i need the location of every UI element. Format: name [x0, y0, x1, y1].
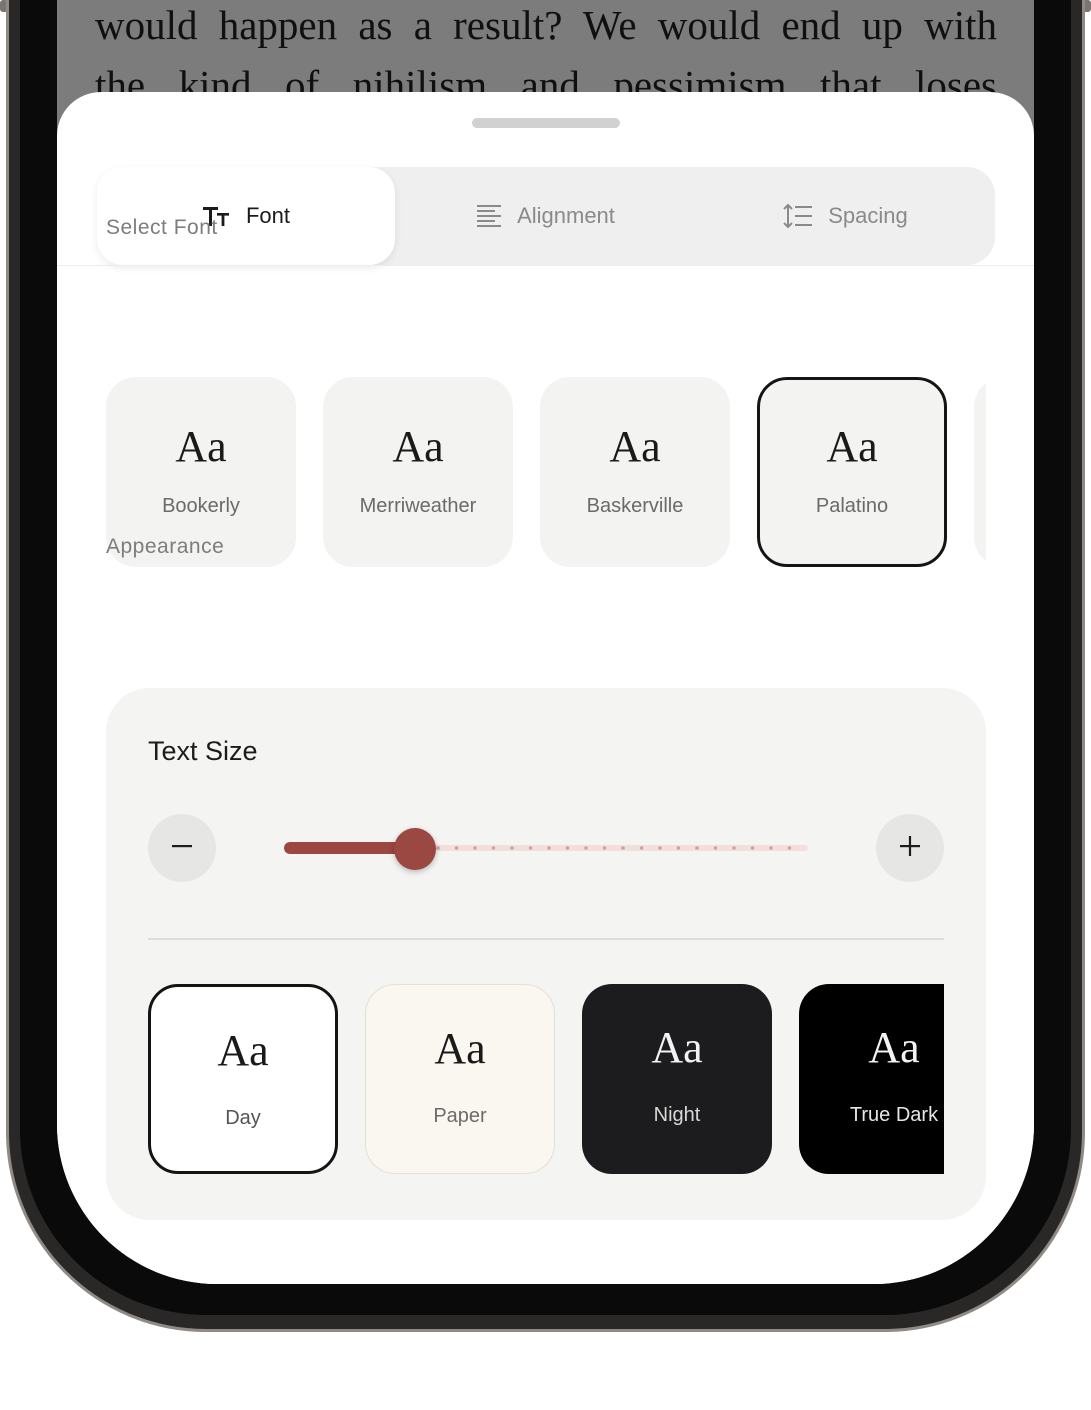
tab-alignment[interactable]: Alignment — [395, 167, 695, 265]
tab-divider — [57, 265, 1034, 266]
slider-tick — [584, 846, 588, 850]
sheet-drag-handle[interactable] — [472, 118, 620, 128]
font-name: Palatino — [815, 495, 889, 517]
text-size-divider — [148, 938, 944, 940]
theme-name: Day — [225, 1107, 261, 1129]
slider-tick — [658, 846, 662, 850]
tab-alignment-label: Alignment — [517, 203, 615, 228]
font-sample: Aa — [175, 422, 227, 471]
slider-tick — [639, 846, 644, 850]
appearance-panel: Text Size Aa Day Aa Paper Aa Night Aa Tr… — [106, 688, 986, 1220]
slider-tick — [769, 846, 773, 850]
slider-tick — [547, 846, 551, 850]
theme-option-true-dark[interactable]: Aa True Dark — [799, 984, 944, 1174]
tab-spacing-label: Spacing — [828, 203, 908, 228]
phone-screen: would happen as a result? We would end u… — [57, 0, 1034, 1284]
slider-tick — [565, 846, 570, 850]
reader-line-1: would happen as a result? We would end u… — [95, 2, 997, 48]
theme-name: Night — [653, 1104, 701, 1126]
font-option-baskerville[interactable]: Aa Baskerville — [540, 377, 730, 567]
decrease-text-size-button[interactable] — [148, 814, 216, 882]
slider-tick — [695, 846, 699, 850]
slider-tick — [713, 846, 718, 850]
reader-settings-sheet: Font Alignment Spacing Select Font Aa Bo… — [57, 92, 1034, 1284]
minus-icon — [170, 834, 194, 863]
align-left-icon — [475, 202, 503, 230]
font-sample: Aa — [392, 422, 444, 471]
slider-tick — [528, 846, 533, 850]
theme-options: Aa Day Aa Paper Aa Night Aa True Dark — [148, 984, 944, 1176]
theme-sample: Aa — [868, 1023, 920, 1072]
font-name: Bookerly — [162, 495, 240, 517]
font-sample: Aa — [826, 422, 878, 471]
tab-spacing[interactable]: Spacing — [695, 167, 995, 265]
slider-tick — [602, 846, 607, 850]
slider-thumb[interactable] — [394, 828, 436, 870]
font-name: Merriweather — [359, 495, 477, 517]
plus-icon — [898, 834, 922, 863]
slider-tick — [750, 846, 755, 850]
theme-sample: Aa — [434, 1024, 486, 1073]
tab-font-label: Font — [245, 203, 291, 228]
theme-option-paper[interactable]: Aa Paper — [365, 984, 555, 1174]
slider-tick — [787, 846, 792, 850]
increase-text-size-button[interactable] — [876, 814, 944, 882]
slider-tick — [676, 846, 681, 850]
theme-sample: Aa — [217, 1026, 269, 1075]
slider-tick — [621, 846, 625, 850]
settings-tabs: Font Alignment Spacing — [97, 167, 995, 265]
font-options: Aa Bookerly Aa Merriweather Aa Baskervil… — [106, 377, 986, 569]
slider-tick — [473, 846, 477, 850]
theme-option-day[interactable]: Aa Day — [148, 984, 338, 1174]
text-size-title: Text Size — [148, 736, 258, 766]
slider-tick — [510, 846, 514, 850]
line-spacing-icon — [782, 202, 814, 230]
slider-tick — [732, 846, 736, 850]
slider-tick — [436, 846, 440, 850]
slider-tick — [491, 846, 496, 850]
font-sample: Aa — [609, 422, 661, 471]
font-name: Baskerville — [586, 495, 684, 517]
font-option-palatino[interactable]: Aa Palatino — [757, 377, 947, 567]
text-size-slider[interactable] — [284, 828, 808, 870]
theme-option-night[interactable]: Aa Night — [582, 984, 772, 1174]
font-option-more[interactable] — [974, 377, 986, 567]
theme-name: True Dark — [849, 1104, 939, 1126]
theme-name: Paper — [433, 1105, 487, 1127]
theme-sample: Aa — [651, 1023, 703, 1072]
select-font-label: Select Font — [106, 216, 218, 239]
appearance-label: Appearance — [106, 535, 225, 558]
font-option-merriweather[interactable]: Aa Merriweather — [323, 377, 513, 567]
slider-tick — [454, 846, 459, 850]
